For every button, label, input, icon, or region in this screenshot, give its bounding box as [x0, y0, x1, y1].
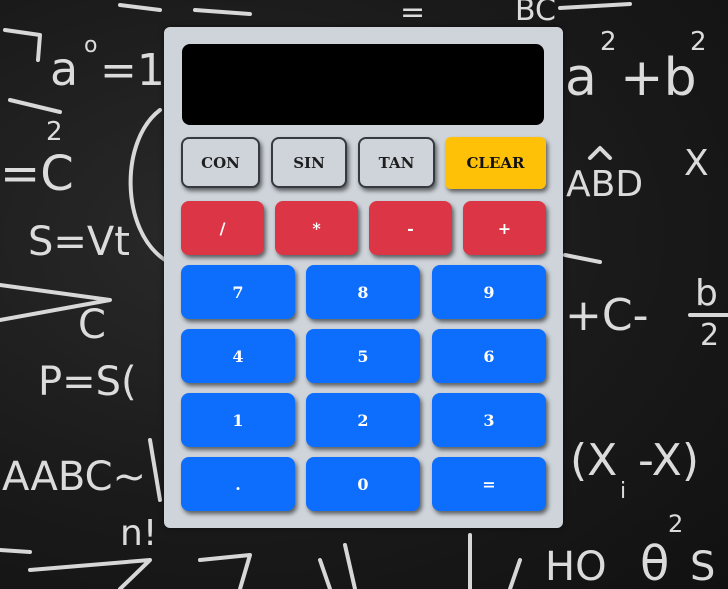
svg-text:BC: BC	[515, 0, 556, 28]
decimal-point-button[interactable]: .	[181, 457, 295, 511]
svg-text:a: a	[50, 42, 78, 96]
svg-text:2: 2	[690, 27, 707, 57]
svg-text:(X: (X	[570, 435, 617, 486]
digit-2-button[interactable]: 2	[306, 393, 420, 447]
svg-text:θ: θ	[640, 536, 669, 589]
svg-text:2: 2	[668, 510, 683, 538]
svg-text:+C-: +C-	[565, 290, 648, 341]
sin-button[interactable]: SIN	[271, 137, 347, 188]
digit-5-button[interactable]: 5	[306, 329, 420, 383]
con-button[interactable]: CON	[181, 137, 260, 188]
svg-text:i: i	[620, 479, 626, 504]
svg-text:-X): -X)	[638, 435, 699, 486]
subtract-button[interactable]: -	[369, 201, 452, 255]
svg-text:S: S	[690, 544, 715, 589]
divide-button[interactable]: /	[181, 201, 264, 255]
digit-8-button[interactable]: 8	[306, 265, 420, 319]
svg-text:=C: =C	[0, 146, 74, 202]
digit-9-button[interactable]: 9	[432, 265, 546, 319]
digit-7-button[interactable]: 7	[181, 265, 295, 319]
svg-text:o: o	[84, 33, 97, 58]
svg-text:a: a	[565, 48, 597, 108]
svg-text:ABD: ABD	[566, 164, 643, 205]
digit-6-button[interactable]: 6	[432, 329, 546, 383]
calculator-display[interactable]	[182, 44, 544, 125]
svg-text:P=S(: P=S(	[38, 359, 137, 405]
svg-text:AABC~: AABC~	[2, 454, 146, 500]
svg-text:+b: +b	[620, 48, 697, 108]
digit-3-button[interactable]: 3	[432, 393, 546, 447]
svg-text:X: X	[684, 143, 709, 184]
clear-button[interactable]: CLEAR	[445, 137, 546, 189]
tan-button[interactable]: TAN	[358, 137, 435, 188]
svg-text:2: 2	[46, 117, 63, 147]
add-button[interactable]: +	[463, 201, 546, 255]
svg-text:2: 2	[700, 318, 719, 353]
svg-text:n!: n!	[120, 513, 157, 554]
multiply-button[interactable]: *	[275, 201, 358, 255]
svg-text:=: =	[400, 0, 425, 30]
digit-0-button[interactable]: 0	[306, 457, 420, 511]
svg-text:=1: =1	[100, 45, 165, 96]
svg-text:S=Vt: S=Vt	[28, 219, 130, 265]
digit-4-button[interactable]: 4	[181, 329, 295, 383]
equals-button[interactable]: =	[432, 457, 546, 511]
svg-text:2: 2	[600, 27, 617, 57]
digit-1-button[interactable]: 1	[181, 393, 295, 447]
svg-text:C: C	[78, 302, 106, 348]
calculator: CON SIN TAN CLEAR / * - + 7 8 9 4 5 6 1 …	[164, 27, 563, 528]
svg-text:HO: HO	[545, 544, 607, 589]
svg-text:b: b	[695, 273, 718, 314]
